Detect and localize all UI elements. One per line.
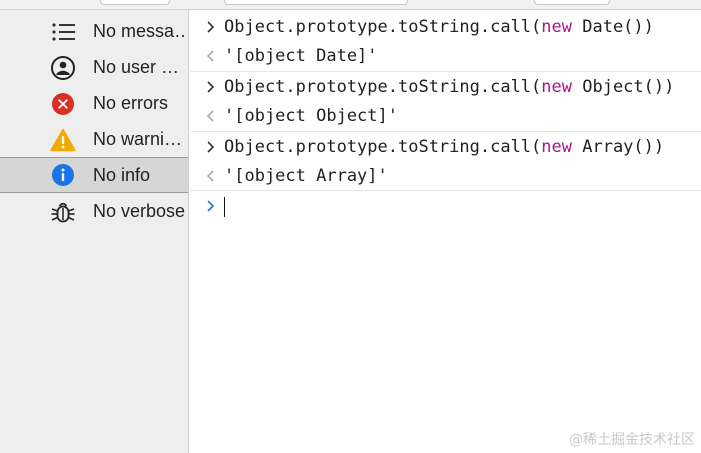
sidebar-item-label: No messa… — [93, 21, 187, 41]
warning-icon — [50, 128, 76, 152]
error-icon — [50, 92, 76, 116]
sidebar-item-verbose[interactable]: No verbose — [0, 194, 188, 230]
console-sidebar: No messa… No user … No errors No warni… … — [0, 10, 189, 453]
chevron-right-icon — [204, 136, 218, 158]
sidebar-item-messages[interactable]: No messa… — [0, 14, 188, 50]
text-caret — [224, 197, 225, 217]
console-input-entry[interactable]: Object.prototype.toString.call(new Objec… — [190, 71, 701, 101]
sidebar-item-label: No verbose — [93, 201, 186, 221]
list-icon — [50, 20, 76, 44]
toolbar — [0, 0, 701, 10]
toolbar-tab-fragment[interactable] — [100, 0, 170, 5]
console-result-text: '[object Date]' — [224, 46, 378, 66]
console-input-text: Object.prototype.toString.call(new Date(… — [224, 17, 654, 37]
console-result-text: '[object Array]' — [224, 166, 388, 186]
console-input-entry[interactable]: Object.prototype.toString.call(new Date(… — [190, 12, 701, 42]
sidebar-item-errors[interactable]: No errors — [0, 86, 188, 122]
console-result-entry[interactable]: '[object Date]' — [190, 41, 701, 71]
chevron-left-icon — [204, 45, 218, 67]
sidebar-item-user-messages[interactable]: No user … — [0, 50, 188, 86]
console-result-entry[interactable]: '[object Object]' — [190, 101, 701, 131]
sidebar-item-label: No user … — [93, 57, 180, 77]
bug-icon — [50, 200, 76, 224]
chevron-left-icon — [204, 105, 218, 127]
console-output[interactable]: Object.prototype.toString.call(new Date(… — [190, 10, 701, 453]
sidebar-item-label: No info — [93, 165, 151, 185]
watermark: @稀土掘金技术社区 — [569, 432, 695, 448]
user-icon — [50, 56, 76, 80]
filter-input-fragment[interactable] — [224, 0, 408, 5]
sidebar-item-label: No errors — [93, 93, 169, 113]
sidebar-item-warnings[interactable]: No warni… — [0, 122, 188, 158]
console-result-entry[interactable]: '[object Array]' — [190, 161, 701, 191]
chevron-left-icon — [204, 165, 218, 187]
console-input-entry[interactable]: Object.prototype.toString.call(new Array… — [190, 131, 701, 161]
console-result-text: '[object Object]' — [224, 106, 398, 126]
chevron-right-icon — [204, 16, 218, 38]
console-prompt-input[interactable] — [226, 193, 686, 219]
console-input-text: Object.prototype.toString.call(new Array… — [224, 137, 665, 157]
console-prompt[interactable] — [190, 190, 701, 220]
console-input-text: Object.prototype.toString.call(new Objec… — [224, 77, 675, 97]
chevron-right-icon — [204, 76, 218, 98]
prompt-chevron-icon — [204, 195, 218, 217]
sidebar-item-label: No warni… — [93, 129, 183, 149]
toolbar-button-fragment[interactable] — [534, 0, 610, 5]
info-icon — [50, 163, 76, 187]
devtools-console: No messa… No user … No errors No warni… … — [0, 0, 701, 453]
sidebar-item-info[interactable]: No info — [0, 157, 188, 193]
